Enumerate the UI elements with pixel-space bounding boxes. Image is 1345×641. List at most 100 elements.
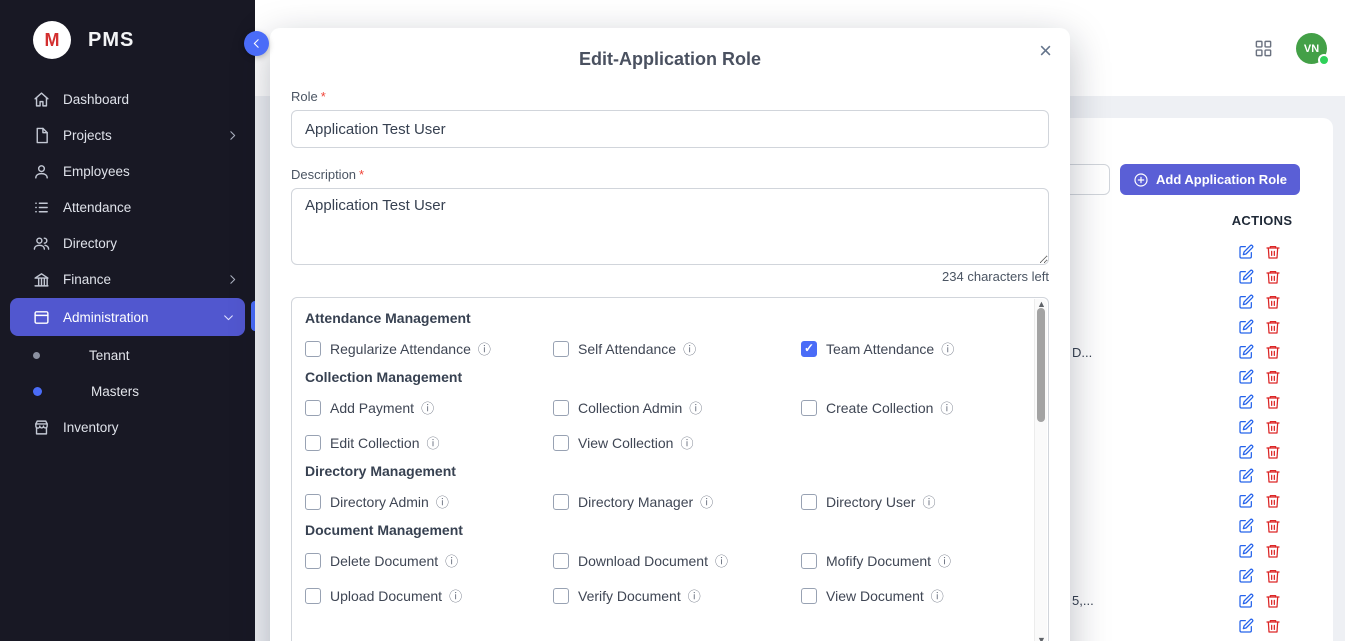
- checkbox[interactable]: [553, 341, 569, 357]
- edit-icon[interactable]: [1238, 444, 1254, 460]
- delete-icon[interactable]: [1265, 468, 1281, 484]
- checkbox[interactable]: [305, 588, 321, 604]
- permissions-panel: Attendance Management Regularize Attenda…: [291, 297, 1049, 641]
- sidebar-subitem-masters[interactable]: Masters: [0, 373, 255, 409]
- sidebar-item-attendance[interactable]: Attendance: [0, 189, 255, 225]
- scrollbar[interactable]: ▲ ▼: [1034, 299, 1047, 641]
- edit-icon[interactable]: [1238, 294, 1254, 310]
- permission-option[interactable]: Directory Manager ⓘ: [553, 492, 801, 511]
- sidebar: M PMS Dashboard Projects Employees Atten…: [0, 0, 255, 641]
- chevron-right-icon: [226, 129, 239, 142]
- sidebar-item-dashboard[interactable]: Dashboard: [0, 81, 255, 117]
- scrollbar-thumb[interactable]: [1037, 308, 1045, 422]
- sidebar-item-administration[interactable]: Administration: [10, 298, 245, 336]
- delete-icon[interactable]: [1265, 269, 1281, 285]
- apps-grid-icon[interactable]: [1254, 39, 1273, 61]
- sidebar-collapse-button[interactable]: [244, 31, 269, 56]
- edit-icon[interactable]: [1238, 493, 1254, 509]
- delete-icon[interactable]: [1265, 344, 1281, 360]
- avatar[interactable]: VN: [1296, 33, 1327, 64]
- role-input[interactable]: [291, 110, 1049, 148]
- checkbox[interactable]: [553, 553, 569, 569]
- delete-icon[interactable]: [1265, 618, 1281, 634]
- table-row: [1072, 464, 1302, 489]
- info-icon: ⓘ: [683, 339, 696, 358]
- delete-icon[interactable]: [1265, 319, 1281, 335]
- sidebar-item-directory[interactable]: Directory: [0, 225, 255, 261]
- permission-option[interactable]: Upload Document ⓘ: [305, 586, 553, 605]
- edit-icon[interactable]: [1238, 344, 1254, 360]
- permission-option[interactable]: Download Document ⓘ: [553, 551, 801, 570]
- edit-icon[interactable]: [1238, 468, 1254, 484]
- permission-option[interactable]: Add Payment ⓘ: [305, 398, 553, 417]
- checkbox[interactable]: [801, 400, 817, 416]
- checkbox[interactable]: [801, 553, 817, 569]
- permission-option[interactable]: Create Collection ⓘ: [801, 398, 1020, 417]
- checkbox[interactable]: [305, 435, 321, 451]
- permission-option[interactable]: Directory Admin ⓘ: [305, 492, 553, 511]
- edit-icon[interactable]: [1238, 518, 1254, 534]
- permission-option[interactable]: View Document ⓘ: [801, 586, 1020, 605]
- edit-icon[interactable]: [1238, 319, 1254, 335]
- plus-circle-icon: [1133, 172, 1149, 188]
- checkbox[interactable]: [305, 553, 321, 569]
- edit-icon[interactable]: [1238, 369, 1254, 385]
- checkbox[interactable]: [305, 400, 321, 416]
- table-row: [1072, 315, 1302, 340]
- people-icon: [33, 235, 50, 252]
- permission-option[interactable]: Directory User ⓘ: [801, 492, 1020, 511]
- sidebar-item-inventory[interactable]: Inventory: [0, 409, 255, 445]
- permission-option[interactable]: Team Attendance ⓘ: [801, 339, 1020, 358]
- edit-icon[interactable]: [1238, 593, 1254, 609]
- info-icon: ⓘ: [688, 586, 701, 605]
- permission-option[interactable]: Regularize Attendance ⓘ: [305, 339, 553, 358]
- info-icon: ⓘ: [478, 339, 491, 358]
- add-application-role-button[interactable]: Add Application Role: [1120, 164, 1300, 195]
- delete-icon[interactable]: [1265, 394, 1281, 410]
- checkbox[interactable]: [305, 494, 321, 510]
- edit-icon[interactable]: [1238, 618, 1254, 634]
- delete-icon[interactable]: [1265, 294, 1281, 310]
- delete-icon[interactable]: [1265, 593, 1281, 609]
- delete-icon[interactable]: [1265, 444, 1281, 460]
- delete-icon[interactable]: [1265, 568, 1281, 584]
- permission-option[interactable]: Delete Document ⓘ: [305, 551, 553, 570]
- sidebar-item-projects[interactable]: Projects: [0, 117, 255, 153]
- edit-icon[interactable]: [1238, 269, 1254, 285]
- sidebar-item-employees[interactable]: Employees: [0, 153, 255, 189]
- checkbox[interactable]: [801, 494, 817, 510]
- delete-icon[interactable]: [1265, 493, 1281, 509]
- table-row: [1072, 539, 1302, 564]
- edit-icon[interactable]: [1238, 568, 1254, 584]
- checkbox[interactable]: [305, 341, 321, 357]
- description-textarea[interactable]: Application Test User: [291, 188, 1049, 265]
- permission-option[interactable]: Collection Admin ⓘ: [553, 398, 801, 417]
- close-icon[interactable]: ×: [1039, 40, 1052, 62]
- person-icon: [33, 163, 50, 180]
- permission-option[interactable]: Verify Document ⓘ: [553, 586, 801, 605]
- edit-icon[interactable]: [1238, 543, 1254, 559]
- chevron-right-icon: [226, 273, 239, 286]
- edit-icon[interactable]: [1238, 244, 1254, 260]
- permission-option[interactable]: View Collection ⓘ: [553, 433, 801, 452]
- permission-option[interactable]: Self Attendance ⓘ: [553, 339, 801, 358]
- checkbox[interactable]: [801, 341, 817, 357]
- permission-option[interactable]: Mofify Document ⓘ: [801, 551, 1020, 570]
- checkbox[interactable]: [553, 400, 569, 416]
- edit-icon[interactable]: [1238, 394, 1254, 410]
- permission-option[interactable]: Edit Collection ⓘ: [305, 433, 553, 452]
- delete-icon[interactable]: [1265, 419, 1281, 435]
- scroll-down-icon[interactable]: ▼: [1035, 635, 1048, 641]
- delete-icon[interactable]: [1265, 369, 1281, 385]
- sidebar-subitem-tenant[interactable]: Tenant: [0, 337, 255, 373]
- checkbox[interactable]: [801, 588, 817, 604]
- delete-icon[interactable]: [1265, 244, 1281, 260]
- edit-icon[interactable]: [1238, 419, 1254, 435]
- delete-icon[interactable]: [1265, 518, 1281, 534]
- sidebar-item-finance[interactable]: Finance: [0, 261, 255, 297]
- delete-icon[interactable]: [1265, 543, 1281, 559]
- table-row: [1072, 414, 1302, 439]
- checkbox[interactable]: [553, 435, 569, 451]
- checkbox[interactable]: [553, 588, 569, 604]
- checkbox[interactable]: [553, 494, 569, 510]
